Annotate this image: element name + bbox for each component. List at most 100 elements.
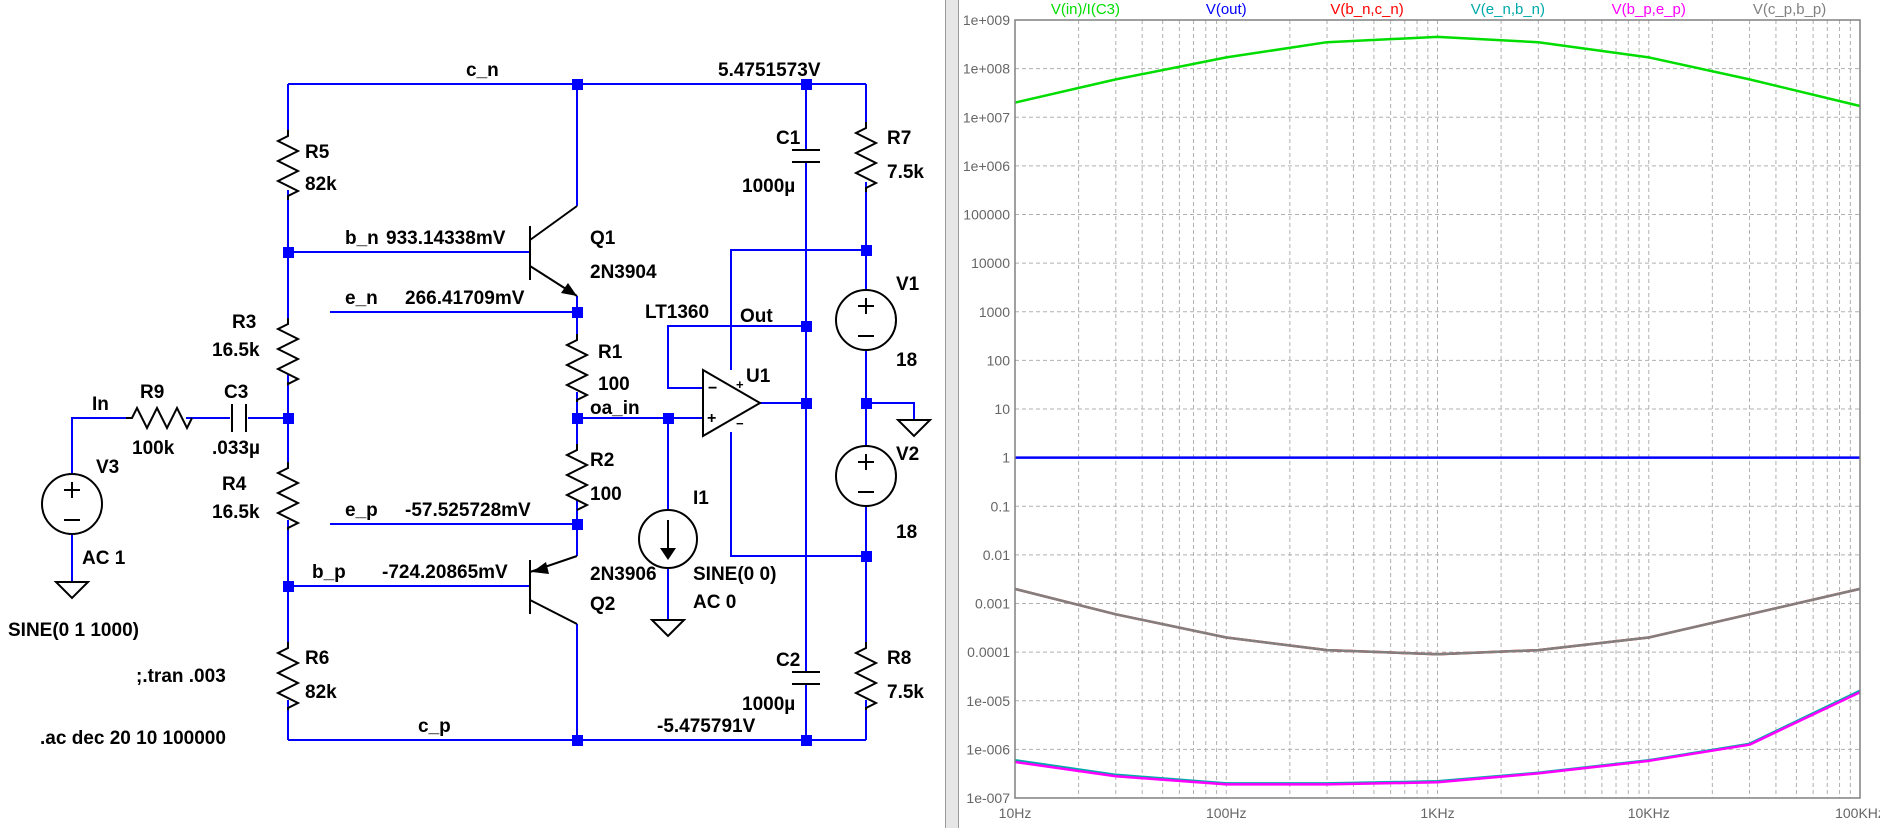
u1-name: U1 — [746, 366, 771, 387]
net-voltage-b-p: -724.20865mV — [382, 562, 508, 583]
r4-name: R4 — [222, 474, 247, 495]
v3-value: AC 1 — [82, 548, 126, 569]
c3-capacitor[interactable] — [231, 404, 247, 432]
y-tick-label: 1e-006 — [966, 741, 1010, 757]
bode-plot[interactable]: V(in)/I(C3) V(out) V(b_n,c_n) V(e_n,b_n) V(b… — [959, 0, 1880, 828]
y-tick-label: 1e-005 — [966, 693, 1010, 709]
x-tick-label: 100Hz — [1206, 805, 1246, 821]
r6-resistor[interactable] — [275, 642, 301, 710]
r1-name: R1 — [598, 342, 623, 363]
net-label-b-p: b_p — [312, 562, 346, 583]
r3-name: R3 — [232, 312, 256, 333]
c1-name: C1 — [776, 128, 801, 149]
v1-voltage-source[interactable] — [835, 289, 897, 351]
legend-entry[interactable]: V(c_p,b_p) — [1753, 1, 1826, 18]
x-tick-label: 100KHz — [1835, 805, 1880, 821]
net-voltage-e-n: 266.41709mV — [405, 288, 525, 309]
y-tick-label: 1e+007 — [963, 109, 1010, 125]
v3-ground-icon — [53, 581, 91, 600]
c2-name: C2 — [776, 650, 800, 671]
y-tick-label: 1e+009 — [963, 12, 1010, 28]
q2-name: Q2 — [590, 594, 615, 615]
c1-value: 1000µ — [742, 176, 795, 197]
i1-current-source[interactable] — [638, 509, 698, 569]
net-voltage-e-p: -57.525728mV — [405, 500, 531, 521]
r7-value: 7.5k — [887, 162, 924, 183]
schematic-labels: c_n 5.4751573V b_n 933.14338mV e_n 266.4… — [8, 60, 924, 749]
r7-resistor[interactable] — [853, 122, 879, 192]
plot-grid — [1014, 19, 1861, 799]
q2-pnp-transistor[interactable] — [529, 555, 578, 625]
schematic-canvas[interactable]: − + + − c_n 5.4751573V b_n 933.14338mV e… — [0, 0, 945, 828]
c1-capacitor[interactable] — [792, 149, 820, 163]
svg-text:+: + — [707, 410, 716, 427]
legend-entry[interactable]: V(in)/I(C3) — [1051, 1, 1120, 18]
r5-resistor[interactable] — [275, 130, 301, 200]
legend-entry[interactable]: V(e_n,b_n) — [1471, 1, 1545, 18]
r3-resistor[interactable] — [275, 318, 301, 386]
y-tick-label: 0.0001 — [967, 644, 1010, 660]
r2-resistor[interactable] — [564, 444, 590, 511]
c2-capacitor[interactable] — [792, 671, 820, 685]
y-tick-label: 0.01 — [983, 547, 1010, 563]
net-label-c-p: c_p — [418, 716, 451, 737]
pane-splitter[interactable] — [945, 0, 959, 828]
y-tick-label: 1 — [1002, 450, 1010, 466]
schematic-pane[interactable]: − + + − c_n 5.4751573V b_n 933.14338mV e… — [0, 0, 945, 828]
net-label-c-n: c_n — [466, 60, 499, 81]
r8-name: R8 — [887, 648, 911, 669]
y-tick-label: 1e+008 — [963, 61, 1010, 77]
r2-name: R2 — [590, 450, 614, 471]
y-tick-label: 1e+006 — [963, 158, 1010, 174]
y-tick-label: 100000 — [963, 207, 1010, 223]
legend-entry[interactable]: V(b_p,e_p) — [1612, 1, 1686, 18]
i1-value: SINE(0 0) — [693, 564, 776, 585]
r4-resistor[interactable] — [275, 462, 301, 530]
v2-name: V2 — [896, 444, 919, 465]
r8-value: 7.5k — [887, 682, 924, 703]
v2-voltage-source[interactable] — [835, 445, 897, 507]
legend-entry[interactable]: V(b_n,c_n) — [1330, 1, 1403, 18]
r3-value: 16.5k — [212, 340, 260, 361]
r9-value: 100k — [132, 438, 175, 459]
r7-name: R7 — [887, 128, 911, 149]
svg-text:−: − — [708, 380, 717, 397]
y-tick-label: 0.001 — [975, 596, 1010, 612]
r6-name: R6 — [305, 648, 329, 669]
r2-value: 100 — [590, 484, 622, 505]
x-tick-label: 10Hz — [999, 805, 1032, 821]
svg-text:+: + — [736, 377, 744, 392]
r9-name: R9 — [140, 382, 164, 403]
waveform-viewer[interactable]: V(in)/I(C3) V(out) V(b_n,c_n) V(e_n,b_n) V(b… — [959, 0, 1880, 828]
y-tick-label: 10000 — [971, 255, 1010, 271]
r1-resistor[interactable] — [564, 334, 590, 402]
i1-ground-icon — [649, 619, 687, 638]
r1-value: 100 — [598, 374, 630, 395]
q1-npn-transistor[interactable] — [529, 205, 578, 297]
legend-entry[interactable]: V(out) — [1206, 1, 1247, 18]
r8-resistor[interactable] — [853, 642, 879, 710]
v3-voltage-source[interactable] — [41, 473, 103, 535]
tran-directive: ;.tran .003 — [136, 666, 226, 687]
r4-value: 16.5k — [212, 502, 260, 523]
r9-resistor[interactable] — [126, 405, 193, 431]
components: − + + − — [41, 122, 933, 710]
net-voltage-c-p: -5.475791V — [657, 716, 756, 737]
q1-name: Q1 — [590, 228, 616, 249]
v3-name: V3 — [96, 457, 119, 478]
v1-name: V1 — [896, 274, 920, 295]
u1-model: LT1360 — [645, 302, 709, 323]
i1-extra: AC 0 — [693, 592, 736, 613]
x-tick-label: 10KHz — [1628, 805, 1670, 821]
net-label-e-n: e_n — [345, 288, 378, 309]
net-label-out: Out — [740, 306, 773, 327]
y-tick-label: 100 — [987, 352, 1011, 368]
y-tick-label: 1000 — [979, 304, 1010, 320]
y-axis-ticks: 1e+009 1e+008 1e+007 1e+006 100000 10000 1000 1… — [963, 12, 1010, 806]
net-label-e-p: e_p — [345, 500, 378, 521]
v3-extra: SINE(0 1 1000) — [8, 620, 139, 641]
q1-model: 2N3904 — [590, 262, 657, 283]
y-tick-label: 10 — [994, 401, 1010, 417]
y-tick-label: 0.1 — [991, 498, 1011, 514]
v2-value: 18 — [896, 522, 917, 543]
